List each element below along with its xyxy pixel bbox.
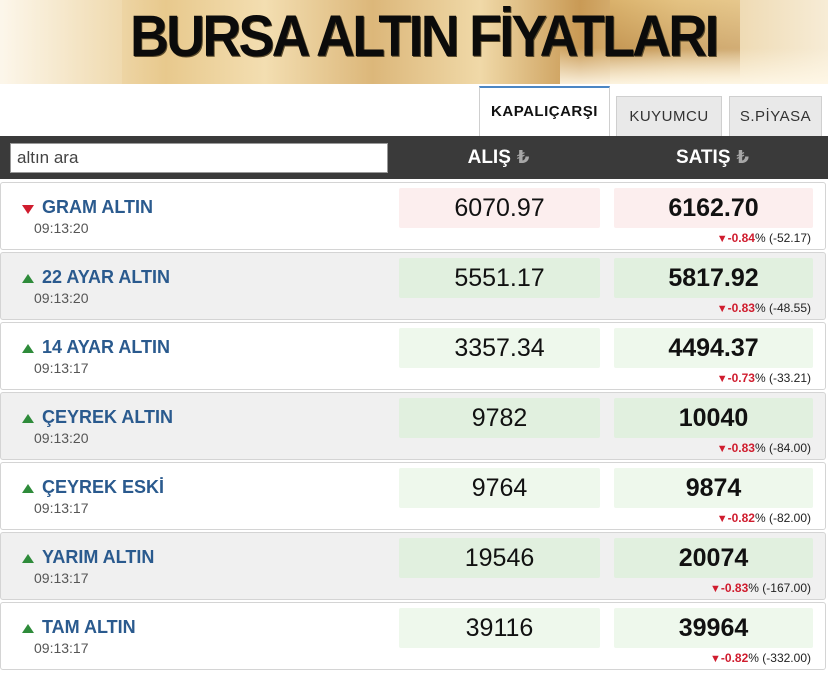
change-amount: (-167.00) xyxy=(762,581,811,595)
percent-sign: % xyxy=(748,581,759,595)
table-row[interactable]: ÇEYREK ALTIN 09:13:20 9782 10040 ▼-0.83% (-8… xyxy=(0,392,826,460)
gold-name[interactable]: 14 AYAR ALTIN xyxy=(42,337,170,358)
sell-price: 6162.70 xyxy=(614,188,813,228)
gold-name[interactable]: ÇEYREK ALTIN xyxy=(42,407,173,428)
sell-column-label: SATIŞ xyxy=(675,147,731,168)
table-row[interactable]: 22 AYAR ALTIN 09:13:20 5551.17 5817.92 ▼-0.8… xyxy=(0,252,826,320)
sell-price: 10040 xyxy=(614,398,813,438)
arrow-up-icon xyxy=(22,554,34,563)
gold-name[interactable]: YARIM ALTIN xyxy=(42,547,154,568)
tab-kuyumcu[interactable]: KUYUMCU xyxy=(616,96,722,136)
change-amount: (-84.00) xyxy=(768,441,811,455)
change-percent: -0.83 xyxy=(727,301,755,315)
change-percent: -0.83 xyxy=(727,441,755,455)
price-change: ▼-0.83% (-167.00) xyxy=(710,581,811,595)
table-row[interactable]: ÇEYREK ESKİ 09:13:17 9764 9874 ▼-0.82% (-82.… xyxy=(0,462,826,530)
percent-sign: % xyxy=(748,651,759,665)
change-amount: (-332.00) xyxy=(762,651,811,665)
banner-decoration xyxy=(0,0,122,84)
buy-column-label: ALIŞ xyxy=(467,147,511,168)
percent-sign: % xyxy=(754,511,766,525)
update-time: 09:13:20 xyxy=(34,290,89,306)
buy-price: 39116 xyxy=(399,608,600,648)
price-change: ▼-0.83% (-48.55) xyxy=(717,301,811,315)
sell-price: 4494.37 xyxy=(614,328,813,368)
tab-kapalicarsi[interactable]: KAPALIÇARŞI xyxy=(479,86,610,136)
table-row[interactable]: YARIM ALTIN 09:13:17 19546 20074 ▼-0.83% (-1… xyxy=(0,532,826,600)
change-down-icon: ▼ xyxy=(710,653,721,665)
update-time: 09:13:17 xyxy=(34,640,89,656)
change-amount: (-33.21) xyxy=(768,371,811,385)
buy-column-header: ALIŞ ₺ xyxy=(398,136,599,179)
sell-price: 5817.92 xyxy=(614,258,813,298)
price-change: ▼-0.73% (-33.21) xyxy=(717,371,811,385)
price-change: ▼-0.82% (-332.00) xyxy=(710,651,811,665)
arrow-up-icon xyxy=(22,344,34,353)
lira-icon: ₺ xyxy=(736,147,750,167)
buy-price: 9782 xyxy=(399,398,600,438)
update-time: 09:13:17 xyxy=(34,360,89,376)
table-header: ALIŞ₺ SATIŞ₺ xyxy=(0,136,828,179)
buy-price: 3357.34 xyxy=(399,328,600,368)
sell-column-header: SATIŞ ₺ xyxy=(613,136,812,179)
change-down-icon: ▼ xyxy=(716,443,728,455)
price-change: ▼-0.84% (-52.17) xyxy=(717,231,811,245)
change-down-icon: ▼ xyxy=(716,373,728,385)
page-title: BURSA ALTIN FİYATLARI xyxy=(130,4,719,69)
change-down-icon: ▼ xyxy=(716,303,728,315)
change-percent: -0.82 xyxy=(720,651,749,665)
arrow-down-icon xyxy=(22,205,34,214)
update-time: 09:13:17 xyxy=(34,500,89,516)
search-input[interactable] xyxy=(10,143,388,173)
update-time: 09:13:17 xyxy=(34,570,89,586)
market-tabs: KAPALIÇARŞI KUYUMCU S.PİYASA xyxy=(0,84,828,136)
update-time: 09:13:20 xyxy=(34,220,89,236)
table-row[interactable]: TAM ALTIN 09:13:17 39116 39964 ▼-0.82% (-332… xyxy=(0,602,826,670)
buy-price: 9764 xyxy=(399,468,600,508)
change-percent: -0.84 xyxy=(727,231,755,245)
change-amount: (-82.00) xyxy=(768,511,811,525)
gold-name[interactable]: 22 AYAR ALTIN xyxy=(42,267,170,288)
gold-name[interactable]: GRAM ALTIN xyxy=(42,197,153,218)
lira-icon: ₺ xyxy=(516,147,530,167)
update-time: 09:13:20 xyxy=(34,430,89,446)
percent-sign: % xyxy=(754,301,766,315)
tab-s-piyasa[interactable]: S.PİYASA xyxy=(729,96,822,136)
change-down-icon: ▼ xyxy=(716,513,728,525)
buy-price: 5551.17 xyxy=(399,258,600,298)
page-banner: BURSA ALTIN FİYATLARI xyxy=(0,0,828,84)
sell-price: 39964 xyxy=(614,608,813,648)
percent-sign: % xyxy=(754,371,766,385)
change-percent: -0.83 xyxy=(720,581,749,595)
price-change: ▼-0.83% (-84.00) xyxy=(717,441,811,455)
buy-price: 19546 xyxy=(399,538,600,578)
change-percent: -0.73 xyxy=(727,371,755,385)
change-amount: (-48.55) xyxy=(768,301,811,315)
table-row[interactable]: 14 AYAR ALTIN 09:13:17 3357.34 4494.37 ▼-0.7… xyxy=(0,322,826,390)
percent-sign: % xyxy=(754,441,766,455)
sell-price: 9874 xyxy=(614,468,813,508)
table-row[interactable]: GRAM ALTIN 09:13:20 6070.97 6162.70 ▼-0.84% … xyxy=(0,182,826,250)
arrow-up-icon xyxy=(22,274,34,283)
arrow-up-icon xyxy=(22,624,34,633)
change-down-icon: ▼ xyxy=(710,583,721,595)
gold-name[interactable]: ÇEYREK ESKİ xyxy=(42,477,164,498)
change-down-icon: ▼ xyxy=(716,233,728,245)
percent-sign: % xyxy=(754,231,766,245)
buy-price: 6070.97 xyxy=(399,188,600,228)
change-percent: -0.82 xyxy=(727,511,755,525)
arrow-up-icon xyxy=(22,484,34,493)
gold-name[interactable]: TAM ALTIN xyxy=(42,617,136,638)
change-amount: (-52.17) xyxy=(768,231,811,245)
sell-price: 20074 xyxy=(614,538,813,578)
arrow-up-icon xyxy=(22,414,34,423)
price-change: ▼-0.82% (-82.00) xyxy=(717,511,811,525)
